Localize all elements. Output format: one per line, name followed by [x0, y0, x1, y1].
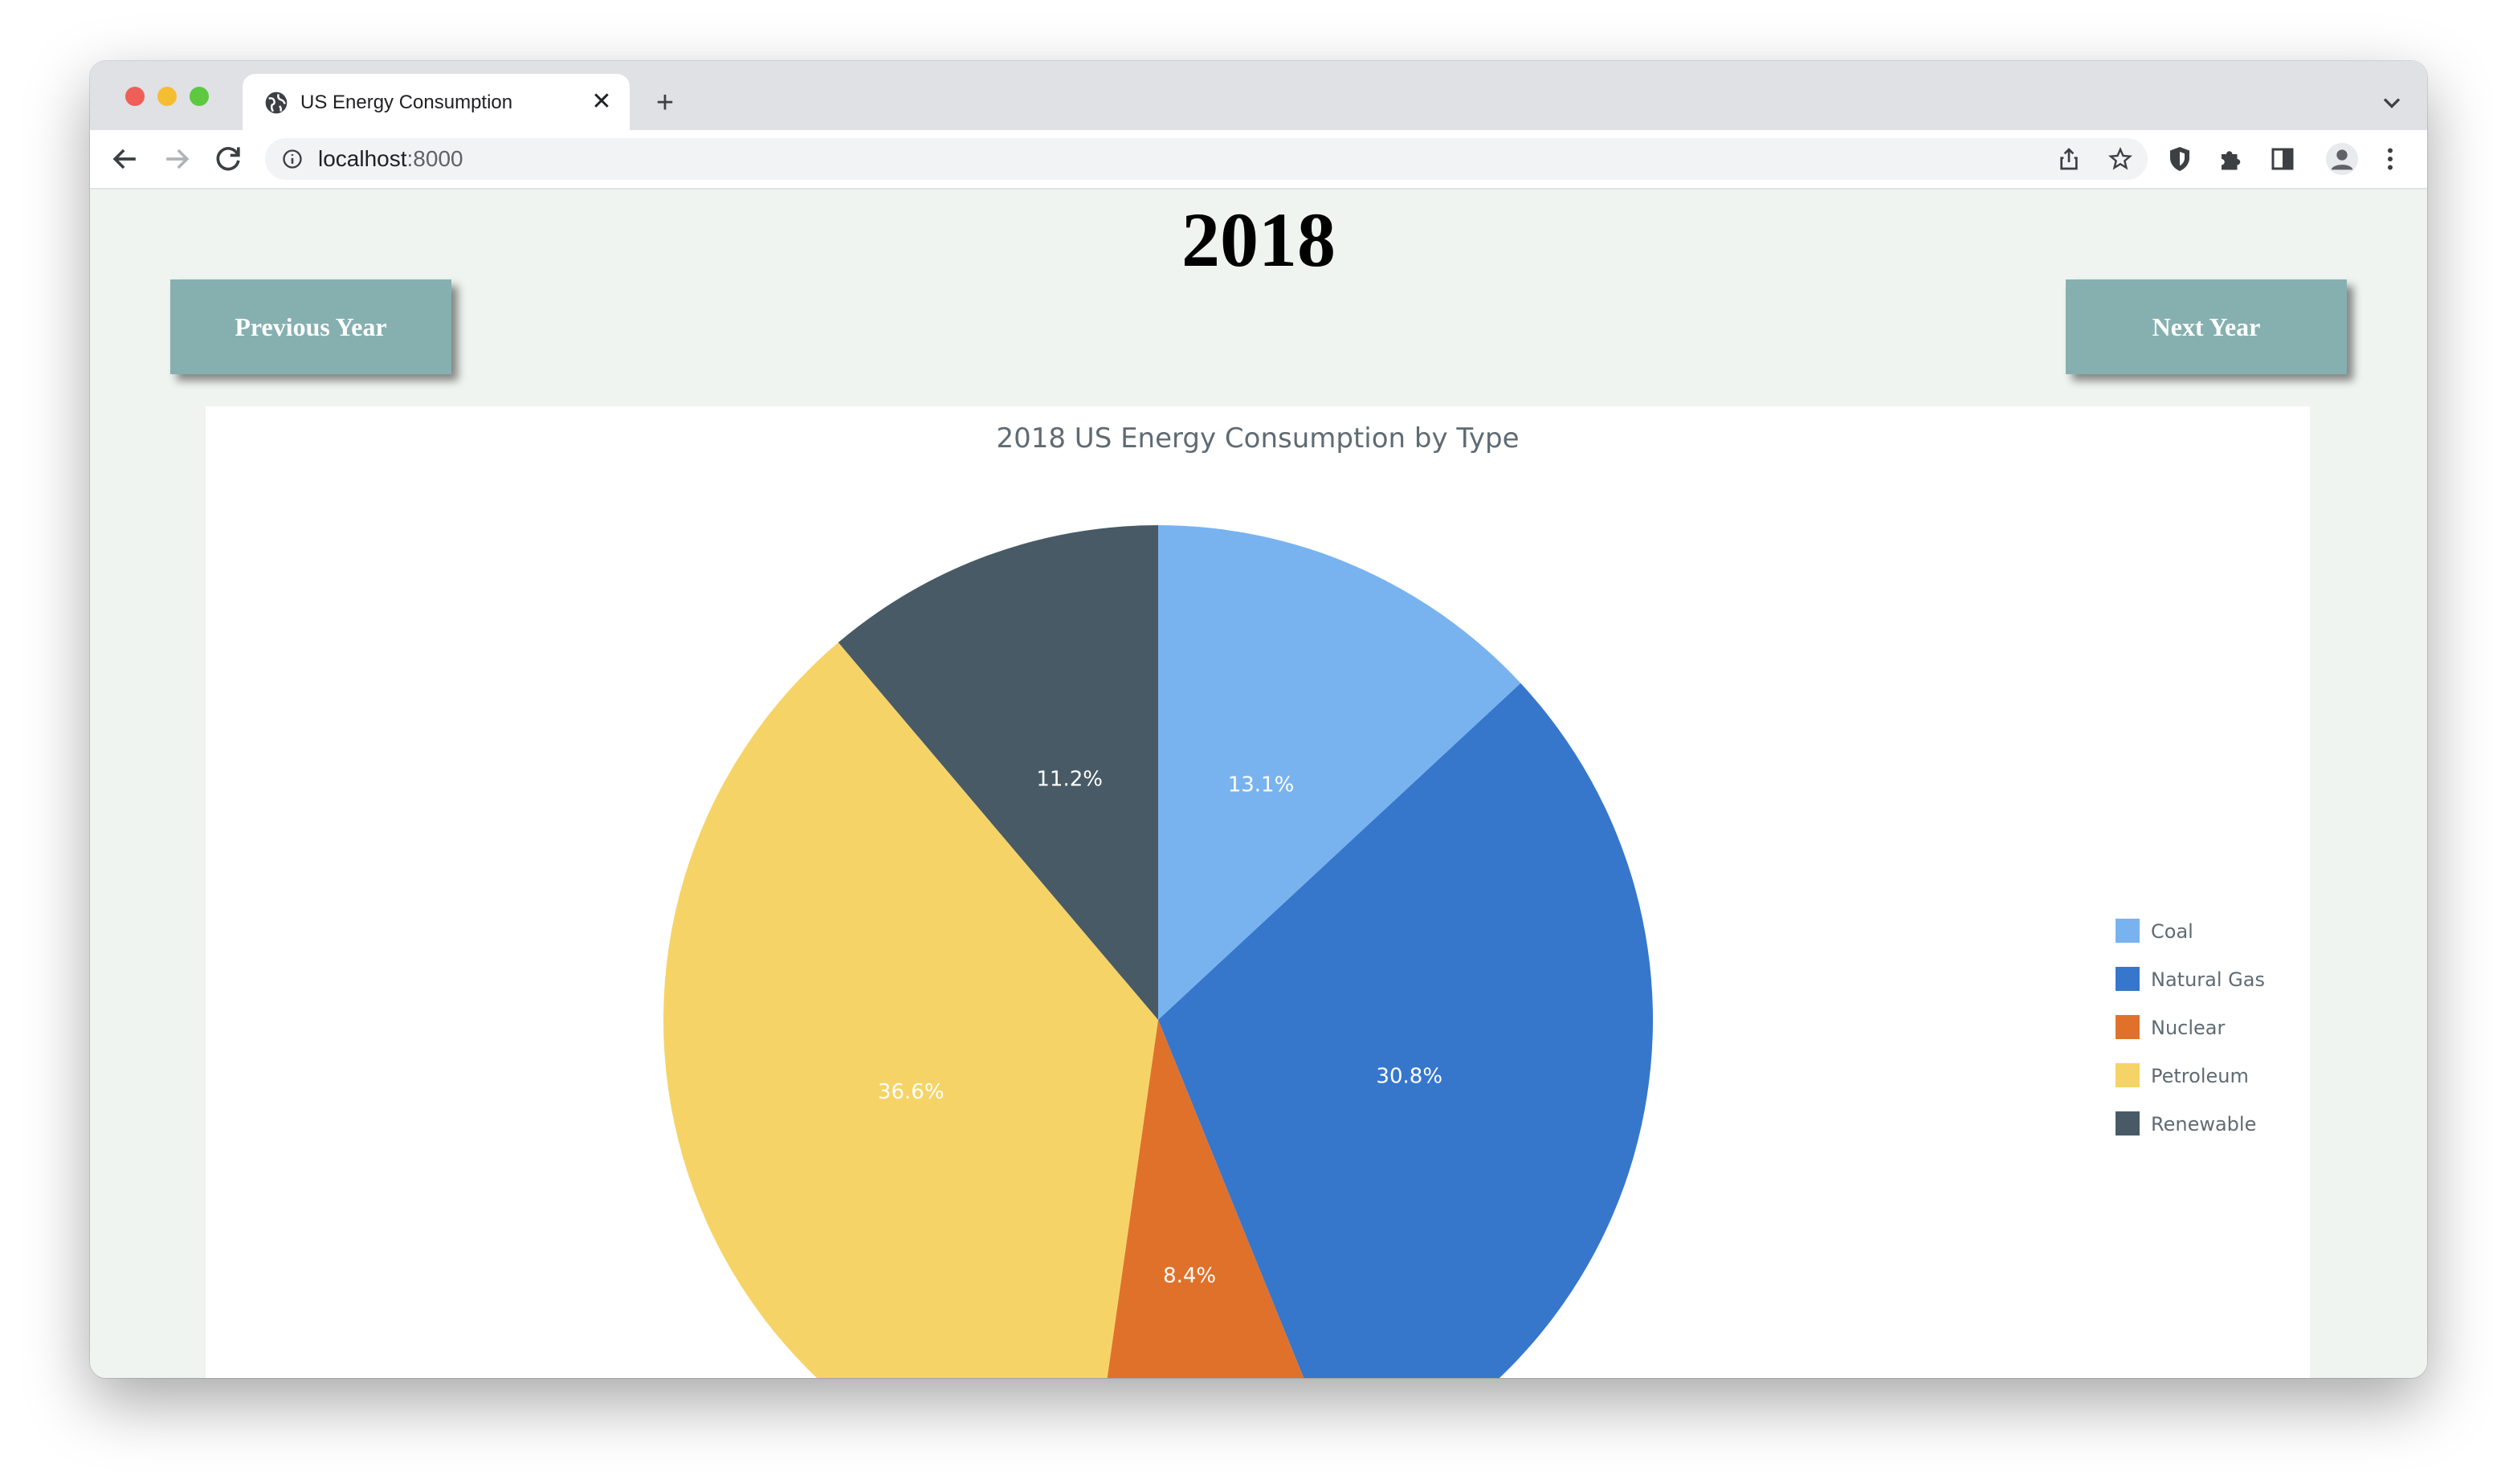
- slice-percent-label: 11.2%: [1036, 767, 1103, 791]
- chart-legend: Coal Natural Gas Nuclear Petroleum Renewable: [2116, 919, 2265, 1135]
- more-menu-icon[interactable]: [2376, 145, 2405, 173]
- shield-icon[interactable]: [2165, 145, 2194, 173]
- slice-percent-label: 36.6%: [878, 1080, 945, 1104]
- chart-container: 2018 US Energy Consumption by Type 13.1%…: [206, 406, 2310, 1378]
- year-heading: 2018: [1181, 197, 1336, 283]
- legend-swatch[interactable]: [2116, 1063, 2140, 1087]
- slice-percent-label: 13.1%: [1228, 773, 1295, 797]
- page-content: 2018 Previous Year Next Year 2018 US Ene…: [90, 190, 2427, 1378]
- tab-bar: US Energy Consumption ✕ +: [90, 61, 2427, 130]
- info-icon[interactable]: [281, 148, 304, 170]
- profile-avatar[interactable]: [2326, 143, 2358, 175]
- back-arrow-icon[interactable]: [108, 141, 143, 177]
- globe-icon: [265, 92, 288, 114]
- browser-tab[interactable]: US Energy Consumption ✕: [243, 74, 630, 130]
- next-year-button[interactable]: Next Year: [2066, 279, 2347, 374]
- legend-swatch[interactable]: [2116, 919, 2140, 943]
- minimize-window-button[interactable]: [157, 87, 177, 106]
- url-host: localhost: [318, 146, 407, 171]
- forward-arrow-icon[interactable]: [159, 141, 194, 177]
- reload-icon[interactable]: [210, 141, 246, 177]
- bookmark-star-icon[interactable]: [2107, 146, 2133, 172]
- slice-percent-label: 8.4%: [1163, 1264, 1216, 1288]
- chevron-down-icon[interactable]: [2377, 88, 2406, 117]
- slice-percent-label: 30.8%: [1376, 1064, 1442, 1088]
- person-icon: [2331, 149, 2353, 170]
- side-panel-icon[interactable]: [2268, 145, 2297, 173]
- browser-toolbar: localhost:8000: [90, 130, 2427, 190]
- tab-close-icon[interactable]: ✕: [588, 88, 615, 116]
- previous-year-button[interactable]: Previous Year: [170, 279, 451, 374]
- address-bar[interactable]: localhost:8000: [265, 138, 2148, 180]
- legend-item-label[interactable]: Natural Gas: [2151, 968, 2265, 991]
- pie-chart: 13.1% 30.8% 8.4% 36.6% 11.2% Coal Natural Gas…: [663, 525, 2265, 1378]
- new-tab-button[interactable]: +: [649, 87, 681, 119]
- tab-title: US Energy Consumption: [300, 92, 513, 113]
- url-port: :8000: [406, 146, 463, 171]
- legend-item-label[interactable]: Petroleum: [2151, 1065, 2249, 1087]
- extensions-puzzle-icon[interactable]: [2217, 145, 2246, 173]
- share-icon[interactable]: [2056, 146, 2082, 172]
- legend-item-label[interactable]: Renewable: [2151, 1113, 2256, 1135]
- legend-swatch[interactable]: [2116, 1015, 2140, 1039]
- close-window-button[interactable]: [125, 87, 145, 106]
- legend-item-label[interactable]: Nuclear: [2151, 1017, 2226, 1039]
- legend-item-label[interactable]: Coal: [2151, 920, 2193, 943]
- pie-slices: [663, 525, 1653, 1378]
- maximize-window-button[interactable]: [190, 87, 209, 106]
- legend-swatch[interactable]: [2116, 1111, 2140, 1135]
- url-text[interactable]: localhost:8000: [318, 146, 463, 172]
- legend-swatch[interactable]: [2116, 967, 2140, 991]
- browser-window: US Energy Consumption ✕ + localhost:8000: [90, 61, 2427, 1378]
